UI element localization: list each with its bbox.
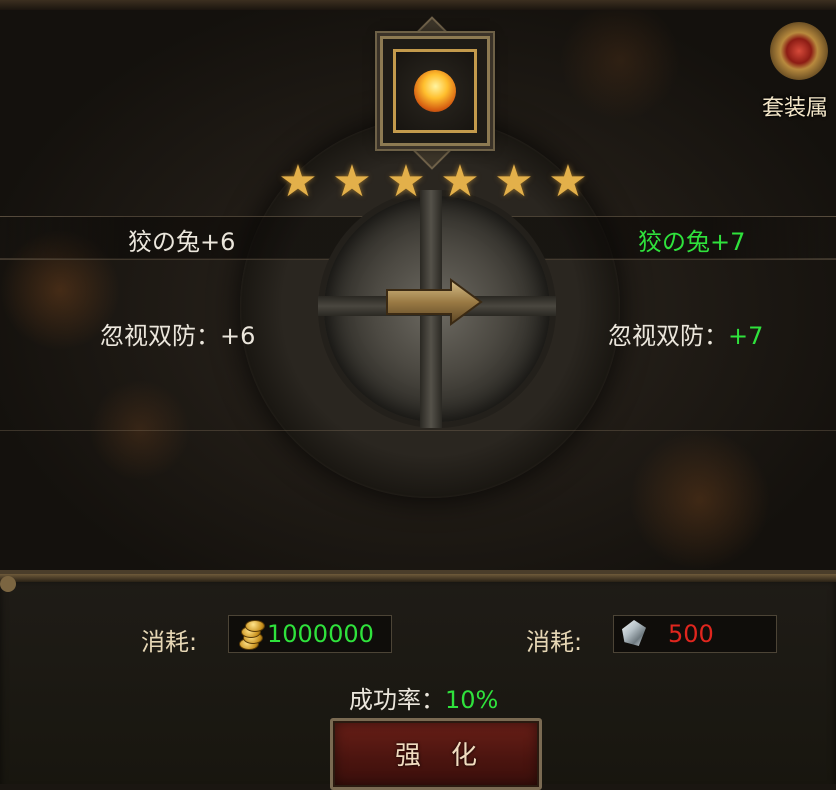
current-stat-label: 忽视双防： (100, 322, 220, 350)
current-stat-value: +6 (220, 322, 256, 350)
item-slot[interactable] (380, 36, 490, 146)
current-item-name: 狡の兔+6 (128, 228, 236, 256)
star-icon: ★ (386, 156, 426, 207)
success-rate: 成功率：10% (349, 680, 498, 715)
star-icon: ★ (332, 156, 372, 207)
next-item-name: 狡の兔+7 (638, 228, 746, 256)
arrow-right-icon (386, 278, 483, 326)
star-icon: ★ (278, 156, 318, 207)
next-stat: 忽视双防：+7 (608, 316, 763, 351)
enhance-button[interactable]: 强化 (330, 718, 542, 790)
panel-corner-ornament (0, 576, 16, 592)
current-stat: 忽视双防：+6 (100, 316, 255, 351)
crystal-cost-value: 500 (668, 620, 714, 648)
crystal-cost-box: 500 (613, 615, 777, 653)
gold-cost-value: 1000000 (267, 620, 374, 648)
star-icon: ★ (494, 156, 534, 207)
success-rate-label: 成功率： (349, 686, 445, 714)
stats-row-bottom-line (0, 430, 836, 431)
item-slot-inner (393, 49, 477, 133)
next-stat-value: +7 (728, 322, 764, 350)
set-attributes-button[interactable]: 套装属 (760, 18, 836, 121)
crystal-cost-label: 消耗: (526, 628, 583, 656)
star-icon: ★ (440, 156, 480, 207)
gold-cost-box: 1000000 (228, 615, 392, 653)
set-emblem-icon (770, 22, 828, 80)
fire-orb-icon (408, 64, 462, 118)
next-stat-label: 忽视双防： (608, 322, 728, 350)
gold-cost-label: 消耗: (141, 628, 198, 656)
gold-coins-icon (229, 616, 267, 652)
crystal-shard-icon (614, 616, 668, 652)
set-attributes-label: 套装属 (762, 96, 829, 121)
success-rate-value: 10% (445, 686, 499, 714)
top-frame-border (0, 0, 836, 10)
enhance-button-label: 强化 (394, 741, 507, 771)
enhance-view: ★ ★ ★ ★ ★ ★ 狡の兔+6 狡の兔+7 忽视双防：+6 忽视双防：+7 … (0, 0, 836, 570)
star-icon: ★ (548, 156, 588, 207)
star-rating: ★ ★ ★ ★ ★ ★ (276, 160, 596, 204)
